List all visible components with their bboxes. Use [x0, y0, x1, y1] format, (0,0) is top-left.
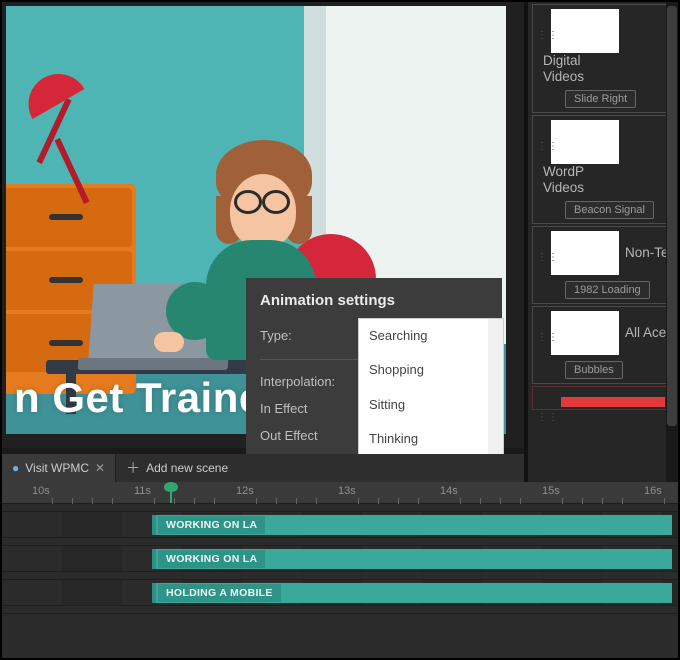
drag-handle-icon[interactable]: ⋮⋮: [537, 335, 559, 340]
interpolation-label: Interpolation:: [260, 374, 360, 389]
layer-item[interactable]: ⋮⋮ Non-Te 1982 Loading: [532, 226, 674, 304]
type-label: Type:: [260, 328, 360, 343]
clip-label: HOLDING A MOBILE: [158, 584, 281, 602]
overlay-caption: n Get Traine: [14, 374, 263, 422]
in-effect-label: In Effect: [260, 401, 360, 416]
out-effect-label: Out Effect: [260, 428, 360, 443]
layer-item[interactable]: ⋮⋮ Digital Videos Slide Right: [532, 4, 674, 113]
clip-label: WORKING ON LA: [158, 550, 265, 568]
timeline-clip[interactable]: WORKING ON LA: [152, 515, 672, 535]
clip-label: WORKING ON LA: [158, 516, 265, 534]
close-icon[interactable]: ✕: [95, 461, 105, 475]
layer-label: WordP Videos: [543, 164, 597, 195]
layer-thumbnail: [551, 9, 619, 53]
timeline: 10s 11s 12s 13s 14s 15s 16s WORKING ON LA WORKI…: [2, 482, 678, 658]
layer-effect-tag[interactable]: Bubbles: [565, 361, 623, 379]
drag-handle-icon[interactable]: ⋮⋮: [537, 144, 559, 149]
layer-label: Digital Videos: [543, 53, 597, 84]
layer-effect-tag[interactable]: 1982 Loading: [565, 281, 650, 299]
layer-thumbnail: [551, 231, 619, 275]
layer-item[interactable]: ⋮⋮: [532, 386, 674, 410]
dropdown-option[interactable]: Searching: [359, 319, 503, 353]
timeline-track[interactable]: HOLDING A MOBILE: [2, 580, 678, 606]
layer-thumbnail: [551, 120, 619, 164]
add-scene-label: Add new scene: [146, 461, 228, 475]
layer-warn-bar: [561, 397, 665, 407]
drag-handle-icon[interactable]: ⋮⋮: [537, 415, 559, 420]
drag-handle-icon[interactable]: ⋮⋮: [537, 255, 559, 260]
ruler-tick: 12s: [236, 485, 254, 497]
dropdown-option[interactable]: Sitting: [359, 388, 503, 422]
layer-label: All Ace: [625, 325, 666, 341]
app-viewport: n Get Traine Animation settings Type: Wo…: [0, 0, 680, 660]
dropdown-option[interactable]: Thinking: [359, 422, 503, 456]
scene-tabs: ● Visit WPMC ✕ ＋ Add new scene: [2, 454, 524, 482]
plus-icon: ＋: [126, 458, 140, 478]
ruler-tick: 16s: [644, 485, 662, 497]
add-scene-button[interactable]: ＋ Add new scene: [116, 454, 238, 482]
layer-effect-tag[interactable]: Slide Right: [565, 90, 636, 108]
timeline-clip[interactable]: HOLDING A MOBILE: [152, 583, 672, 603]
scene-tab[interactable]: ● Visit WPMC ✕: [2, 454, 116, 482]
timeline-ruler[interactable]: 10s 11s 12s 13s 14s 15s 16s: [2, 482, 678, 504]
layer-label: Non-Te: [625, 245, 669, 261]
dropdown-option[interactable]: Shopping: [359, 353, 503, 387]
layers-scroll-thumb[interactable]: [667, 6, 677, 426]
timeline-clip[interactable]: WORKING ON LA: [152, 549, 672, 569]
scene-tab-label: Visit WPMC: [25, 461, 89, 475]
layer-item[interactable]: ⋮⋮ All Ace Bubbles: [532, 306, 674, 384]
timeline-track[interactable]: WORKING ON LA: [2, 546, 678, 572]
ruler-tick: 14s: [440, 485, 458, 497]
ruler-tick: 10s: [32, 485, 50, 497]
ruler-tick: 15s: [542, 485, 560, 497]
ruler-tick: 11s: [134, 485, 151, 497]
drag-handle-icon[interactable]: ⋮⋮: [537, 33, 559, 38]
ruler-tick: 13s: [338, 485, 356, 497]
layer-thumbnail: [551, 311, 619, 355]
layer-effect-tag[interactable]: Beacon Signal: [565, 201, 654, 219]
layer-item[interactable]: ⋮⋮ WordP Videos Beacon Signal: [532, 115, 674, 224]
timeline-track[interactable]: WORKING ON LA: [2, 512, 678, 538]
panel-title: Animation settings: [260, 292, 488, 309]
